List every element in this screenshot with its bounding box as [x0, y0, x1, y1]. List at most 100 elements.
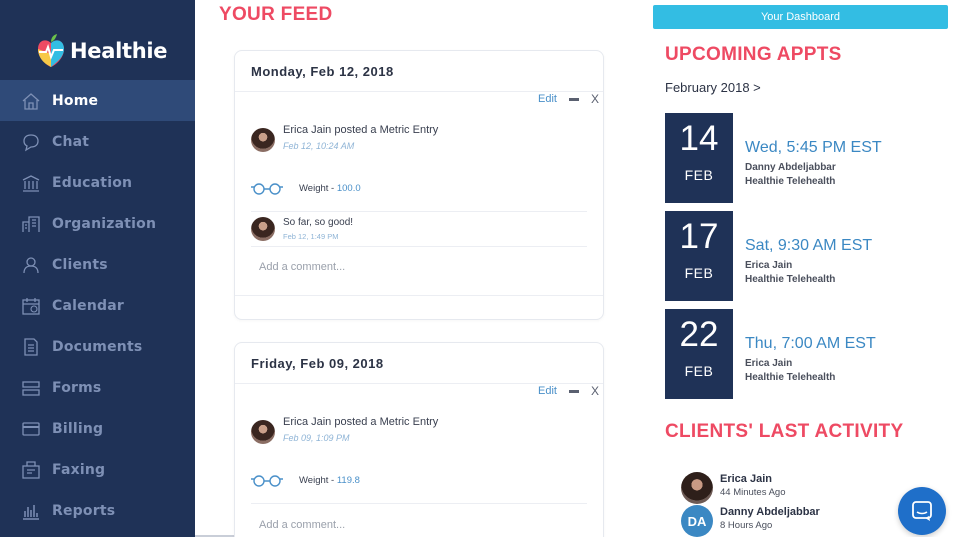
- glasses-icon: [251, 183, 283, 195]
- metric-label: Weight -: [299, 475, 337, 486]
- minimize-button[interactable]: [568, 97, 579, 101]
- sidebar-item-organization[interactable]: Organization: [0, 203, 195, 244]
- month-selector[interactable]: February 2018 >: [665, 80, 761, 95]
- billing-icon: [20, 418, 42, 440]
- appt-client: Erica Jain: [745, 358, 793, 369]
- appt-month: FEB: [684, 167, 714, 183]
- card-actions: Edit X: [538, 384, 599, 398]
- client-name[interactable]: Erica Jain: [720, 473, 772, 485]
- avatar: [251, 128, 275, 152]
- appt-month: FEB: [684, 363, 714, 379]
- appt-location: Healthie Telehealth: [745, 372, 836, 383]
- appt-day: 22: [679, 315, 719, 354]
- edit-link[interactable]: Edit: [538, 93, 557, 105]
- feed-card: Friday, Feb 09, 2018 Edit X Erica Jain p…: [234, 342, 604, 537]
- entry-title: Erica Jain posted a Metric Entry: [283, 416, 439, 428]
- avatar: [251, 420, 275, 444]
- avatar[interactable]: DA: [681, 505, 713, 537]
- card-date: Monday, Feb 12, 2018: [251, 64, 394, 79]
- your-dashboard-button[interactable]: Your Dashboard: [653, 5, 948, 29]
- sidebar-item-label: Billing: [52, 420, 104, 437]
- sidebar-item-label: Documents: [52, 338, 143, 355]
- sidebar-item-label: Home: [52, 92, 99, 109]
- fax-icon: [20, 459, 42, 481]
- sidebar-item-reports[interactable]: Reports: [0, 490, 195, 531]
- feed-title: YOUR FEED: [219, 4, 333, 25]
- comment-text: So far, so good!: [283, 217, 354, 228]
- sidebar-item-label: Organization: [52, 215, 157, 232]
- comment-time: Feb 12, 1:49 PM: [283, 232, 339, 241]
- sidebar-item-calendar[interactable]: Calendar: [0, 285, 195, 326]
- metric-value: 119.8: [336, 475, 360, 486]
- avatar[interactable]: [681, 472, 713, 504]
- sidebar-item-label: Faxing: [52, 461, 106, 478]
- healthie-logo-icon: [38, 34, 64, 67]
- close-button[interactable]: X: [591, 384, 599, 398]
- comment-input[interactable]: [259, 516, 579, 534]
- education-icon: [20, 172, 42, 194]
- sidebar-item-label: Chat: [52, 133, 90, 150]
- upcoming-appts-title: UPCOMING APPTS: [665, 44, 842, 65]
- edit-link[interactable]: Edit: [538, 385, 557, 397]
- metric-text: Weight - 119.8: [299, 475, 360, 486]
- appt-location: Healthie Telehealth: [745, 176, 836, 187]
- appt-date-block: 22 FEB: [665, 309, 733, 399]
- appt-time: Thu, 7:00 AM EST: [745, 335, 876, 352]
- appt-day: 17: [679, 217, 719, 256]
- entry-time: Feb 12, 10:24 AM: [283, 141, 355, 151]
- avatar: [251, 217, 275, 241]
- healthie-logo[interactable]: Healthie: [36, 34, 168, 68]
- sidebar-item-billing[interactable]: Billing: [0, 408, 195, 449]
- organization-icon: [20, 213, 42, 235]
- card-date: Friday, Feb 09, 2018: [251, 356, 384, 371]
- appointment-item[interactable]: 17 FEB Sat, 9:30 AM EST Erica Jain Healt…: [665, 211, 945, 301]
- metric-label: Weight -: [299, 183, 337, 194]
- close-button[interactable]: X: [591, 92, 599, 106]
- appointment-item[interactable]: 22 FEB Thu, 7:00 AM EST Erica Jain Healt…: [665, 309, 945, 399]
- appt-date-block: 14 FEB: [665, 113, 733, 203]
- client-activity-time: 44 Minutes Ago: [720, 487, 786, 498]
- message-icon: [912, 501, 932, 521]
- calendar-icon: [20, 295, 42, 317]
- comment-input[interactable]: [259, 258, 579, 276]
- sidebar-item-clients[interactable]: Clients: [0, 244, 195, 285]
- sidebar-item-label: Forms: [52, 379, 102, 396]
- sidebar-item-faxing[interactable]: Faxing: [0, 449, 195, 490]
- sidebar-nav: Home Chat Education Organization Clients: [0, 80, 195, 531]
- sidebar-item-label: Reports: [52, 502, 116, 519]
- metric-text: Weight - 100.0: [299, 183, 361, 194]
- feed-card: Monday, Feb 12, 2018 Edit X Erica Jain p…: [234, 50, 604, 320]
- entry-time: Feb 09, 1:09 PM: [283, 433, 350, 443]
- client-activity-time: 8 Hours Ago: [720, 520, 773, 531]
- appt-location: Healthie Telehealth: [745, 274, 836, 285]
- clients-icon: [20, 254, 42, 276]
- sidebar-item-home[interactable]: Home: [0, 80, 195, 121]
- minimize-button[interactable]: [568, 389, 579, 393]
- sidebar-item-forms[interactable]: Forms: [0, 367, 195, 408]
- sidebar-item-education[interactable]: Education: [0, 162, 195, 203]
- metric-value: 100.0: [336, 183, 361, 194]
- glasses-icon: [251, 475, 283, 487]
- chat-icon: [20, 131, 42, 153]
- entry-title: Erica Jain posted a Metric Entry: [283, 124, 439, 136]
- support-chat-button[interactable]: [898, 487, 946, 535]
- sidebar-item-label: Education: [52, 174, 133, 191]
- clients-activity-title: CLIENTS' LAST ACTIVITY: [665, 421, 904, 442]
- appointment-item[interactable]: 14 FEB Wed, 5:45 PM EST Danny Abdeljabba…: [665, 113, 945, 203]
- appt-client: Danny Abdeljabbar: [745, 162, 836, 173]
- divider: [251, 211, 587, 212]
- sidebar-item-documents[interactable]: Documents: [0, 326, 195, 367]
- sidebar-item-chat[interactable]: Chat: [0, 121, 195, 162]
- sidebar-item-label: Clients: [52, 256, 108, 273]
- reports-icon: [20, 500, 42, 522]
- sidebar-item-label: Calendar: [52, 297, 124, 314]
- divider: [251, 503, 587, 504]
- appt-time: Sat, 9:30 AM EST: [745, 237, 873, 254]
- appt-time: Wed, 5:45 PM EST: [745, 139, 882, 156]
- forms-icon: [20, 377, 42, 399]
- card-actions: Edit X: [538, 92, 599, 106]
- client-name[interactable]: Danny Abdeljabbar: [720, 506, 820, 518]
- divider: [235, 295, 603, 296]
- sidebar: Healthie Home Chat Education Organizatio…: [0, 0, 195, 537]
- appt-day: 14: [679, 119, 719, 158]
